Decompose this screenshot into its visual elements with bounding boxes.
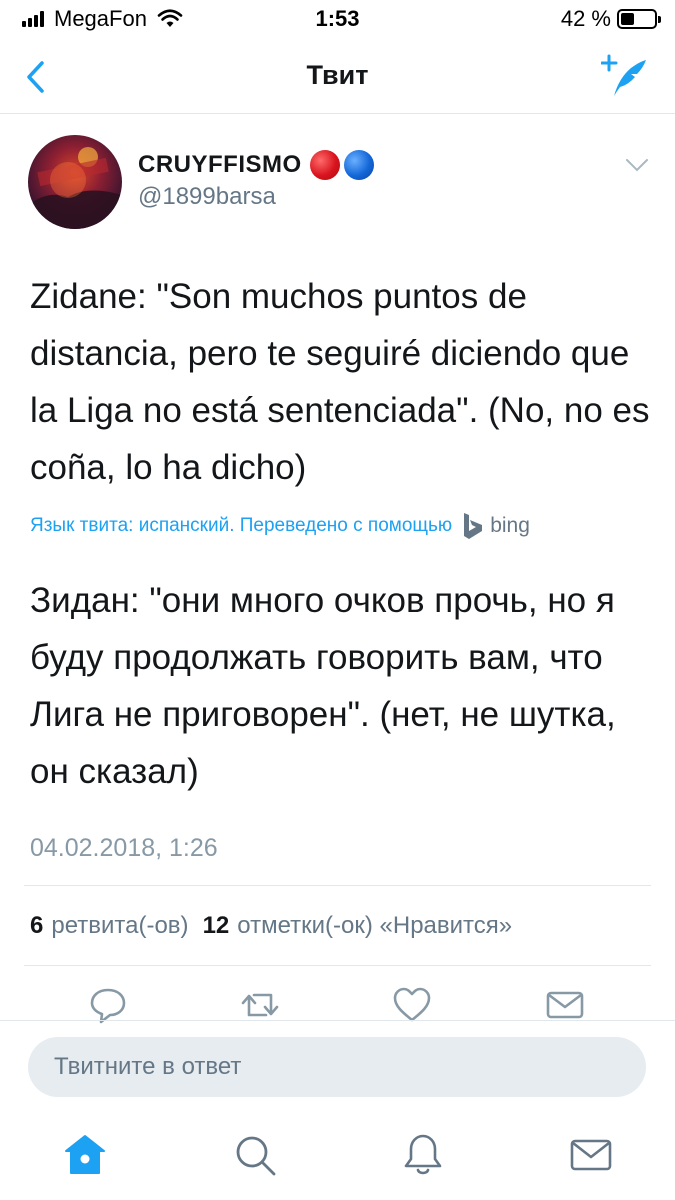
red-circle-emoji-icon xyxy=(309,150,340,180)
battery-percent: 42 % xyxy=(560,6,611,31)
author-handle[interactable]: @1899barsa xyxy=(138,183,276,211)
tweet-stats: 6 ретвита(-ов) 12 отметки(-ок) «Нравится… xyxy=(30,912,512,940)
page-title: Твит xyxy=(306,60,369,90)
translation-note[interactable]: Язык твита: испанский. Переведено с помо… xyxy=(30,512,530,540)
tweet-text: Zidane: "Son muchos puntos de distancia,… xyxy=(30,277,650,487)
reply-input[interactable] xyxy=(28,1037,646,1097)
display-name[interactable]: CRUYFFISMO xyxy=(138,150,374,180)
battery-icon xyxy=(617,9,661,29)
retweets-count[interactable]: 6 xyxy=(30,912,43,940)
like-icon[interactable] xyxy=(392,985,432,1025)
blue-circle-emoji-icon xyxy=(343,150,374,180)
status-right: 42 % xyxy=(560,6,661,32)
avatar[interactable] xyxy=(28,135,122,229)
direct-message-icon[interactable] xyxy=(545,985,585,1025)
bing-icon xyxy=(464,513,483,539)
translation-label: Язык твита: испанский. Переведено с помо… xyxy=(30,515,453,536)
translator-name: bing xyxy=(490,514,530,537)
likes-count[interactable]: 12 xyxy=(203,912,230,940)
divider xyxy=(24,965,651,966)
search-icon[interactable] xyxy=(233,1133,277,1177)
likes-label[interactable]: отметки(-ок) «Нравится» xyxy=(237,912,512,940)
home-icon[interactable] xyxy=(63,1133,107,1177)
nav-bar: Твит xyxy=(0,40,675,114)
divider xyxy=(24,885,651,886)
translated-text: Зидан: "они много очков прочь, но я буду… xyxy=(30,581,616,791)
avatar-image xyxy=(28,147,122,229)
tweet-screen: MegaFon 1:53 42 % Твит CRUYFFISMO @1899b… xyxy=(0,0,675,1200)
retweet-icon[interactable] xyxy=(240,985,280,1025)
retweets-label[interactable]: ретвита(-ов) xyxy=(51,912,188,940)
notifications-icon[interactable] xyxy=(401,1133,445,1177)
author-name: CRUYFFISMO xyxy=(138,151,302,178)
chevron-down-icon[interactable] xyxy=(625,157,649,173)
reply-icon[interactable] xyxy=(88,985,128,1025)
compose-tweet-icon[interactable] xyxy=(601,54,649,100)
messages-icon[interactable] xyxy=(569,1133,613,1177)
bing-logo: bing xyxy=(462,512,530,540)
battery-fill xyxy=(621,13,634,25)
status-bar: MegaFon 1:53 42 % xyxy=(0,0,675,40)
tweet-timestamp: 04.02.2018, 1:26 xyxy=(30,834,218,862)
